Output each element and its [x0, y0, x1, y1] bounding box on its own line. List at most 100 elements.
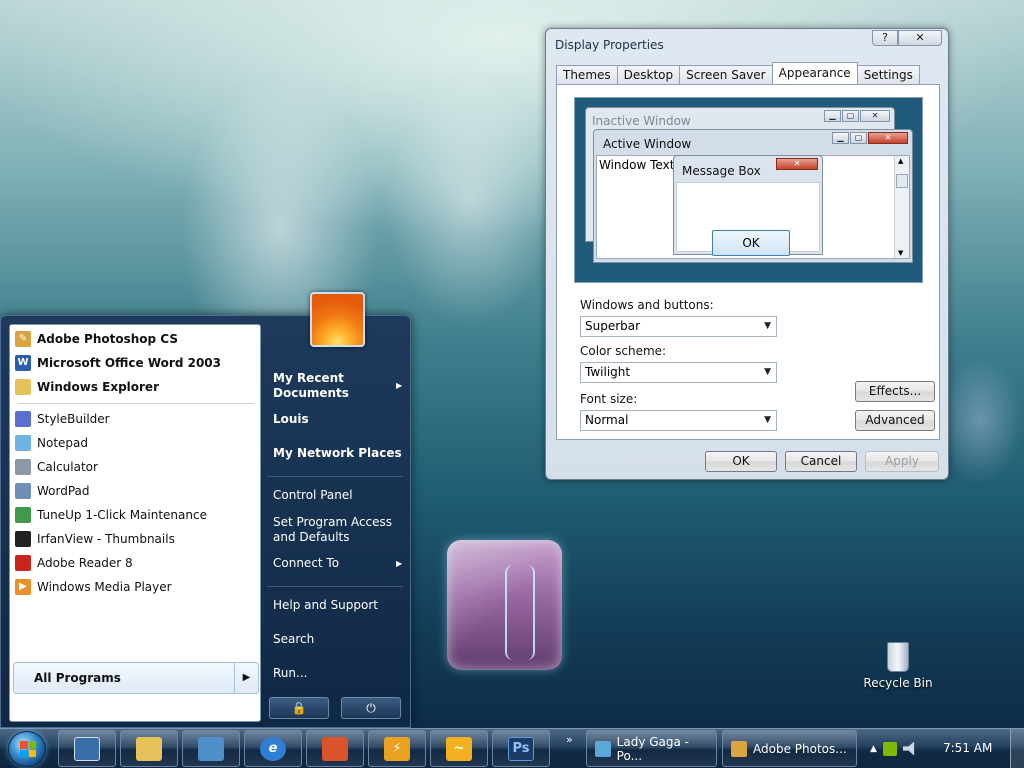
right-item-run[interactable]: Run... — [273, 666, 307, 680]
pinned-item-word[interactable]: W Microsoft Office Word 2003 — [15, 352, 221, 374]
dialog-tabs: Themes Desktop Screen Saver Appearance S… — [556, 62, 920, 85]
taskbar-photoshop-button[interactable]: Ps — [492, 730, 550, 767]
wordpad-icon — [15, 483, 31, 499]
color-scheme-select[interactable]: Twilight ▼ — [580, 362, 777, 383]
effects-button[interactable]: Effects... — [855, 381, 935, 402]
right-item-recent-documents[interactable]: My Recent Documents — [273, 371, 393, 401]
chevron-right-icon: ▶ — [396, 559, 403, 568]
chevron-right-icon: ▶ — [234, 663, 258, 693]
cancel-button[interactable]: Cancel — [785, 451, 857, 472]
minimize-icon: ▁ — [824, 110, 841, 122]
recent-item-label: Notepad — [37, 436, 88, 450]
help-button[interactable]: ? — [872, 30, 898, 46]
maximize-icon: ▢ — [850, 132, 867, 144]
right-item-program-access[interactable]: Set Program Access and Defaults — [273, 515, 393, 545]
taskbar-tuneup-button[interactable]: ⚡ — [368, 730, 426, 767]
recent-item-adobe-reader[interactable]: Adobe Reader 8 — [15, 552, 133, 574]
tab-themes[interactable]: Themes — [556, 65, 618, 84]
preview-message-box-caps: ✕ — [776, 158, 818, 170]
internet-explorer-icon: e — [260, 736, 286, 761]
taskbar-overflow-button[interactable]: » — [566, 733, 573, 746]
desktop-wallpaper-cube-glow — [505, 565, 535, 660]
tab-settings[interactable]: Settings — [856, 65, 920, 84]
recent-item-stylebuilder[interactable]: StyleBuilder — [15, 408, 110, 430]
recent-item-notepad[interactable]: Notepad — [15, 432, 88, 454]
recent-item-tuneup[interactable]: TuneUp 1-Click Maintenance — [15, 504, 207, 526]
taskbar-network-button[interactable] — [182, 730, 240, 767]
right-item-connect-to[interactable]: Connect To — [273, 556, 339, 570]
tab-desktop[interactable]: Desktop — [616, 65, 681, 84]
taskbar-task-music[interactable]: Lady Gaga - Po... — [586, 730, 717, 767]
start-menu: ✎ Adobe Photoshop CS W Microsoft Office … — [0, 292, 411, 728]
font-size-value: Normal — [585, 413, 629, 427]
right-item-help[interactable]: Help and Support — [273, 598, 378, 612]
taskbar-explorer-button[interactable] — [120, 730, 178, 767]
windows-buttons-value: Superbar — [585, 319, 641, 333]
recent-item-calculator[interactable]: Calculator — [15, 456, 98, 478]
network-status-icon[interactable] — [882, 741, 897, 756]
all-programs-label: All Programs — [34, 671, 121, 685]
tuneup-icon — [15, 507, 31, 523]
right-item-control-panel[interactable]: Control Panel — [273, 488, 353, 502]
show-desktop-strip[interactable] — [1010, 729, 1024, 768]
media-player-icon: ▶ — [15, 579, 31, 595]
taskbar-show-desktop-button[interactable] — [58, 730, 116, 767]
preview-ok-button: OK — [712, 230, 790, 256]
tab-screen-saver[interactable]: Screen Saver — [679, 65, 773, 84]
recent-item-irfanview[interactable]: IrfanView - Thumbnails — [15, 528, 175, 550]
word-icon: W — [15, 355, 31, 371]
advanced-button[interactable]: Advanced — [855, 410, 935, 431]
recent-item-media-player[interactable]: ▶ Windows Media Player — [15, 576, 172, 598]
recycle-bin-label: Recycle Bin — [863, 676, 933, 690]
start-button[interactable] — [8, 731, 46, 767]
chevron-down-icon: ▼ — [764, 321, 771, 331]
show-desktop-icon — [74, 736, 100, 761]
adobe-reader-icon — [15, 555, 31, 571]
tab-appearance[interactable]: Appearance — [771, 62, 858, 84]
taskbar-task-photoshop[interactable]: Adobe Photos... — [722, 730, 857, 767]
taskbar-ie-button[interactable]: e — [244, 730, 302, 767]
shutdown-button[interactable]: ⏻ — [341, 697, 401, 719]
start-menu-right-separator — [267, 476, 403, 477]
right-item-network[interactable]: My Network Places — [273, 446, 402, 460]
windows-buttons-select[interactable]: Superbar ▼ — [580, 316, 777, 337]
close-button[interactable]: ✕ — [898, 30, 942, 46]
lock-button[interactable]: 🔒 — [269, 697, 329, 719]
apply-button[interactable]: Apply — [865, 451, 939, 472]
chevron-right-icon: ▶ — [396, 381, 403, 390]
pinned-item-photoshop[interactable]: ✎ Adobe Photoshop CS — [15, 328, 178, 350]
all-programs-button[interactable]: All Programs ▶ — [13, 662, 259, 694]
minimize-icon: ▁ — [832, 132, 849, 144]
pinned-item-label: Adobe Photoshop CS — [37, 332, 178, 346]
dialog-title: Display Properties — [555, 38, 664, 52]
pinned-item-explorer[interactable]: Windows Explorer — [15, 376, 159, 398]
photoshop-feather-icon — [731, 740, 747, 757]
close-icon: ✕ — [868, 132, 908, 144]
task-label: Lady Gaga - Po... — [616, 734, 689, 763]
recent-item-wordpad[interactable]: WordPad — [15, 480, 90, 502]
right-item-user[interactable]: Louis — [273, 412, 309, 426]
user-avatar[interactable] — [310, 292, 365, 347]
winamp-icon: ~ — [446, 736, 472, 761]
dialog-caption-buttons: ? ✕ — [872, 30, 942, 46]
recent-item-label: TuneUp 1-Click Maintenance — [37, 508, 207, 522]
system-tray: ▲ — [870, 729, 917, 768]
taskbar-winamp-button[interactable]: ~ — [430, 730, 488, 767]
notepad-icon — [15, 435, 31, 451]
font-size-label: Font size: — [580, 392, 638, 406]
ok-button[interactable]: OK — [705, 451, 777, 472]
font-size-select[interactable]: Normal ▼ — [580, 410, 777, 431]
start-menu-programs-pane: ✎ Adobe Photoshop CS W Microsoft Office … — [9, 324, 261, 722]
volume-icon[interactable] — [902, 741, 915, 756]
tray-expand-button[interactable]: ▲ — [870, 744, 877, 754]
right-item-search[interactable]: Search — [273, 632, 314, 646]
pinned-item-label: Microsoft Office Word 2003 — [37, 356, 222, 370]
taskbar: e ⚡ ~ Ps » Lady Gaga - Po... Adobe Photo… — [0, 728, 1024, 768]
system-clock[interactable]: 7:51 AM — [943, 741, 992, 755]
recycle-bin[interactable]: Recycle Bin — [862, 642, 934, 690]
recent-item-label: IrfanView - Thumbnails — [37, 532, 175, 546]
color-scheme-label: Color scheme: — [580, 344, 667, 358]
taskbar-office-button[interactable] — [306, 730, 364, 767]
lock-icon: 🔒 — [291, 701, 307, 715]
preview-active-caps: ▁ ▢ ✕ — [832, 132, 908, 144]
